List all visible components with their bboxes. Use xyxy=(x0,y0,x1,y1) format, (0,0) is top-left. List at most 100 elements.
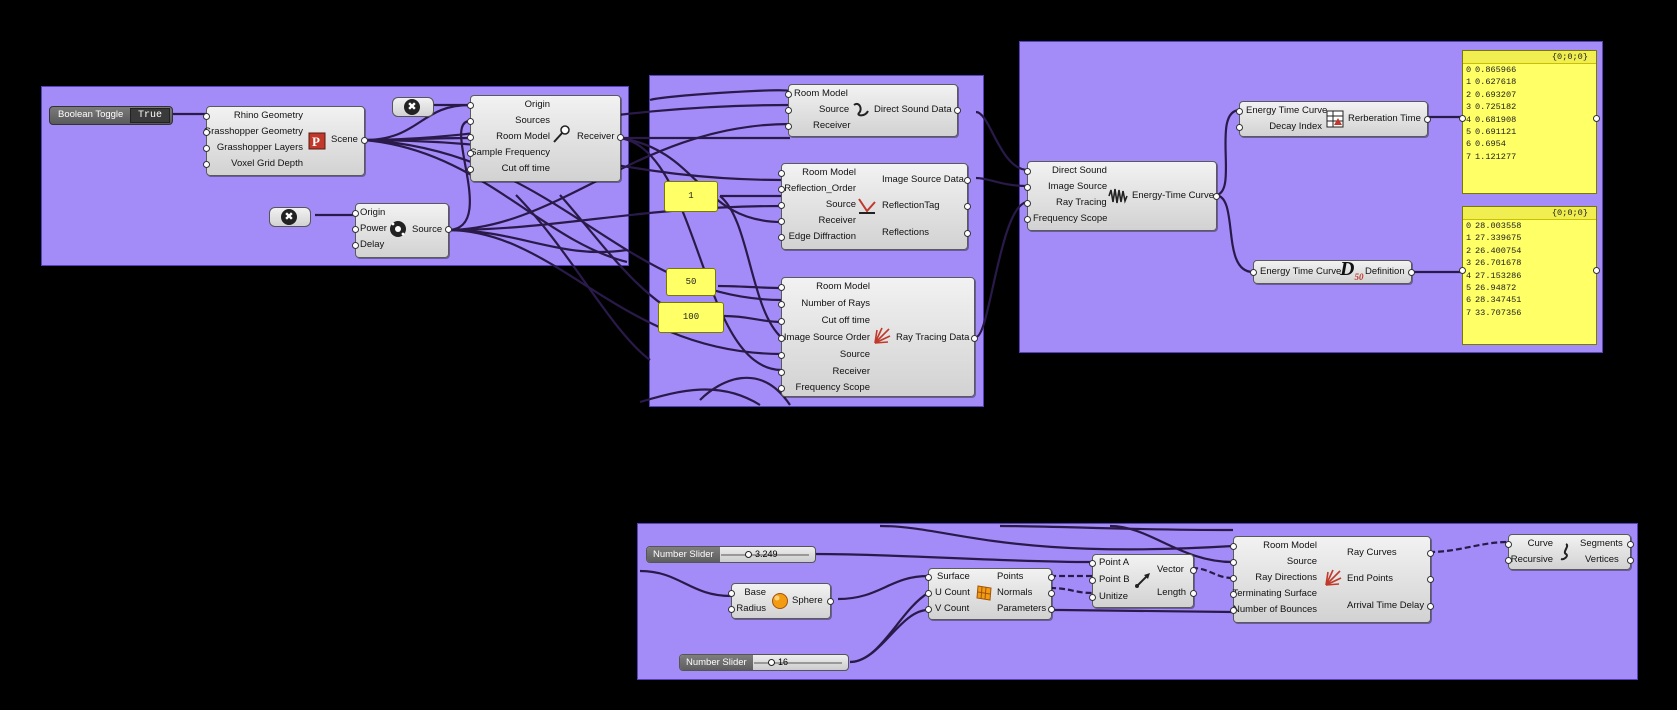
port[interactable] xyxy=(1427,550,1434,557)
port[interactable] xyxy=(467,134,474,141)
port[interactable] xyxy=(778,234,785,241)
port[interactable] xyxy=(785,123,792,130)
port[interactable] xyxy=(1024,184,1031,191)
port[interactable] xyxy=(778,369,785,376)
port[interactable] xyxy=(1236,108,1243,115)
port[interactable] xyxy=(1230,607,1237,614)
port[interactable] xyxy=(778,186,785,193)
reverberation-panel[interactable]: {0;0;0} 0 0.865966 1 0.627618 2 0.693207 30… xyxy=(1459,50,1600,194)
definition-panel[interactable]: {0;0;0} 0 28.003558 1 27.339675 2 26.400754… xyxy=(1459,206,1600,345)
port[interactable] xyxy=(778,385,785,392)
slider-knob[interactable] xyxy=(745,551,752,558)
port[interactable] xyxy=(778,218,785,225)
port[interactable] xyxy=(1593,115,1600,122)
port[interactable] xyxy=(203,129,210,136)
port[interactable] xyxy=(361,137,368,144)
port[interactable] xyxy=(954,107,961,114)
number-slider-1[interactable]: Number Slider 3.249 xyxy=(646,546,816,563)
port[interactable] xyxy=(467,150,474,157)
number-slider-2[interactable]: Number Slider 16 xyxy=(679,654,849,671)
port[interactable] xyxy=(728,590,735,597)
port[interactable] xyxy=(925,574,932,581)
port[interactable] xyxy=(1048,574,1055,581)
port[interactable] xyxy=(1505,557,1512,564)
sphere-component[interactable]: Base Radius Sphere xyxy=(728,583,834,619)
port[interactable] xyxy=(728,606,735,613)
port[interactable] xyxy=(964,230,971,237)
port[interactable] xyxy=(778,301,785,308)
port[interactable] xyxy=(1427,603,1434,610)
reflection-order-panel[interactable]: 1 xyxy=(664,181,718,212)
port[interactable] xyxy=(1190,567,1197,574)
port[interactable] xyxy=(1408,269,1415,276)
port[interactable] xyxy=(1230,559,1237,566)
port[interactable] xyxy=(1627,557,1634,564)
definition-component[interactable]: Energy Time Curve D50 Definition xyxy=(1250,258,1415,284)
cancel-param-top[interactable]: ✖ xyxy=(392,97,434,117)
port[interactable] xyxy=(1048,606,1055,613)
port[interactable] xyxy=(352,242,359,249)
port[interactable] xyxy=(1089,560,1096,567)
source-component[interactable]: Origin Power Delay Source xyxy=(352,203,452,258)
port[interactable] xyxy=(964,177,971,184)
port[interactable] xyxy=(1230,543,1237,550)
image-source-component[interactable]: Room Model Reflection_Order Source Recei… xyxy=(778,163,971,250)
vector-2pt-component[interactable]: Point A Point B Unitize Vector Length xyxy=(1089,554,1197,608)
port[interactable] xyxy=(352,226,359,233)
port[interactable] xyxy=(778,335,785,342)
port[interactable] xyxy=(203,113,210,120)
port[interactable] xyxy=(1230,591,1237,598)
port[interactable] xyxy=(1213,193,1220,200)
ray-tracing-component[interactable]: Room Model Number of Rays Cut off time I… xyxy=(778,277,978,397)
port[interactable] xyxy=(1048,590,1055,597)
port[interactable] xyxy=(785,107,792,114)
scene-component[interactable]: Rhino Geometry Grasshopper Geometry Gras… xyxy=(203,106,368,176)
port[interactable] xyxy=(352,210,359,217)
port[interactable] xyxy=(1459,115,1466,122)
port[interactable] xyxy=(785,91,792,98)
boolean-toggle[interactable]: Boolean Toggle True xyxy=(49,106,173,125)
port[interactable] xyxy=(1505,541,1512,548)
port[interactable] xyxy=(617,134,624,141)
port[interactable] xyxy=(1024,216,1031,223)
reverberation-time-component[interactable]: Energy Time Curve Decay Index Rerberatio… xyxy=(1236,101,1431,137)
port[interactable] xyxy=(778,284,785,291)
port[interactable] xyxy=(1230,575,1237,582)
port[interactable] xyxy=(1190,590,1197,597)
port[interactable] xyxy=(467,118,474,125)
slider-knob[interactable] xyxy=(768,659,775,666)
port[interactable] xyxy=(827,598,834,605)
direct-sound-component[interactable]: Room Model Source Receiver Direct Sound … xyxy=(785,84,961,137)
value-panel-100[interactable]: 100 xyxy=(658,302,724,333)
port[interactable] xyxy=(1627,541,1634,548)
ray-curves-component[interactable]: Room Model Source Ray Directions Termina… xyxy=(1230,536,1434,623)
port[interactable] xyxy=(1593,267,1600,274)
port[interactable] xyxy=(1424,116,1431,123)
port[interactable] xyxy=(467,166,474,173)
port[interactable] xyxy=(971,335,978,342)
divide-surface-component[interactable]: Surface U Count V Count Points Normals P… xyxy=(925,568,1055,620)
port[interactable] xyxy=(925,606,932,613)
port[interactable] xyxy=(778,170,785,177)
receiver-component[interactable]: Origin Sources Room Model Sample Frequen… xyxy=(467,95,624,182)
cancel-param-bottom[interactable]: ✖ xyxy=(269,207,311,227)
port[interactable] xyxy=(778,352,785,359)
port[interactable] xyxy=(1089,577,1096,584)
port[interactable] xyxy=(1459,267,1466,274)
port[interactable] xyxy=(778,318,785,325)
energy-time-curve-component[interactable]: Direct Sound Image Source Ray Tracing Fr… xyxy=(1024,161,1220,231)
port[interactable] xyxy=(1250,269,1257,276)
port[interactable] xyxy=(778,202,785,209)
port[interactable] xyxy=(925,590,932,597)
port[interactable] xyxy=(1236,124,1243,131)
port[interactable] xyxy=(1427,576,1434,583)
port[interactable] xyxy=(964,203,971,210)
port[interactable] xyxy=(1089,594,1096,601)
port[interactable] xyxy=(1024,168,1031,175)
port[interactable] xyxy=(445,226,452,233)
port[interactable] xyxy=(467,102,474,109)
port[interactable] xyxy=(203,161,210,168)
boolean-toggle-value[interactable]: True xyxy=(130,108,170,123)
port[interactable] xyxy=(203,145,210,152)
value-panel-50[interactable]: 50 xyxy=(666,268,716,296)
